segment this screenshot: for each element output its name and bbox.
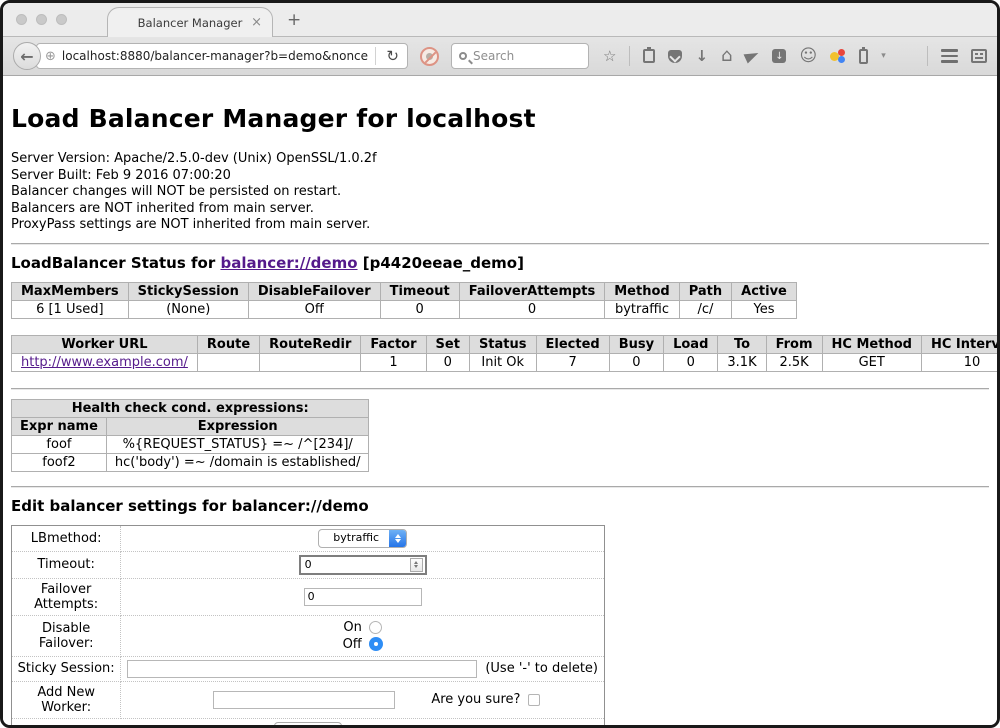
search-placeholder: Search xyxy=(473,49,514,63)
table-header-row: MaxMembers StickySession DisableFailover… xyxy=(12,282,797,300)
table-header-row: Expr name Expression xyxy=(12,417,369,435)
lbmethod-select[interactable]: bytraffic xyxy=(318,529,407,548)
server-built: Server Built: Feb 9 2016 07:00:20 xyxy=(11,168,989,185)
radio-on[interactable] xyxy=(369,621,382,634)
reload-icon[interactable]: ↻ xyxy=(382,47,403,65)
lbmethod-label: LBmethod: xyxy=(12,525,121,551)
sticky-session-input[interactable] xyxy=(127,660,477,678)
timeout-input[interactable]: 0 xyxy=(299,555,427,575)
number-spinner-icon[interactable] xyxy=(410,558,423,572)
divider xyxy=(11,486,989,488)
form-row-failover-attempts: Failover Attempts: xyxy=(12,578,605,615)
divider xyxy=(11,388,989,390)
search-icon xyxy=(459,52,467,60)
form-row-add-worker: Add New Worker: Are you sure? xyxy=(12,681,605,718)
clipboard-icon[interactable] xyxy=(643,49,655,63)
failover-attempts-input[interactable] xyxy=(304,588,422,606)
table-row: 6 [1 Used] (None) Off 0 0 bytraffic /c/ … xyxy=(12,300,797,318)
table-row: http://www.example.com/ 1 0 Init Ok 7 0 … xyxy=(12,353,998,371)
battery-device-icon[interactable] xyxy=(859,49,868,64)
radio-off[interactable] xyxy=(369,637,383,651)
extension-dots-icon[interactable] xyxy=(830,49,846,63)
page-content: Load Balancer Manager for localhost Serv… xyxy=(3,76,997,725)
keyboard-grid-icon[interactable] xyxy=(971,49,987,63)
edit-settings-heading: Edit balancer settings for balancer://de… xyxy=(11,497,989,515)
table-row: foof %{REQUEST_STATUS} =~ /^[234]/ xyxy=(12,435,369,453)
toolbar-separator xyxy=(927,46,928,66)
send-tab-icon[interactable] xyxy=(744,49,761,64)
close-tab-icon[interactable]: × xyxy=(251,16,262,29)
inherit-note: Balancers are NOT inherited from main se… xyxy=(11,201,989,218)
table-row: foof2 hc('body') =~ /domain is establish… xyxy=(12,453,369,471)
add-worker-input[interactable] xyxy=(213,691,395,709)
balancer-link[interactable]: balancer://demo xyxy=(220,254,357,272)
server-info: Server Version: Apache/2.5.0-dev (Unix) … xyxy=(11,151,989,234)
form-row-sticky-session: Sticky Session: (Use '-' to delete) xyxy=(12,656,605,681)
traffic-lights xyxy=(16,14,67,25)
search-bar[interactable]: Search xyxy=(451,43,589,69)
divider xyxy=(11,243,989,245)
form-row-timeout: Timeout: 0 xyxy=(12,551,605,578)
server-version: Server Version: Apache/2.5.0-dev (Unix) … xyxy=(11,151,989,168)
radio-on-label: On xyxy=(343,619,361,636)
persist-note: Balancer changes will NOT be persisted o… xyxy=(11,184,989,201)
reader-download-icon[interactable]: ↓ xyxy=(772,49,786,63)
toolbar-separator xyxy=(629,46,630,66)
new-tab-button[interactable]: + xyxy=(287,10,301,30)
table-title-row: Health check cond. expressions: xyxy=(12,399,369,417)
back-icon: ← xyxy=(20,47,33,66)
worker-url-link[interactable]: http://www.example.com/ xyxy=(21,355,188,370)
minimize-window-icon[interactable] xyxy=(36,14,47,25)
menu-hamburger-icon[interactable] xyxy=(941,49,958,63)
form-row-submit: Submit xyxy=(12,718,605,725)
timeout-label: Timeout: xyxy=(12,551,121,578)
lbmethod-selected-value: bytraffic xyxy=(319,530,389,547)
page-title: Load Balancer Manager for localhost xyxy=(11,104,989,133)
toolbar-icons: ☆ ↓ ⌂ ↓ ☺ ▾ xyxy=(603,46,886,66)
status-heading: LoadBalancer Status for balancer://demo … xyxy=(11,254,989,272)
disable-failover-label: Disable Failover: xyxy=(12,615,121,656)
form-row-lbmethod: LBmethod: bytraffic xyxy=(12,525,605,551)
content-blocked-icon[interactable] xyxy=(420,47,439,66)
submit-button[interactable]: Submit xyxy=(274,722,343,726)
are-you-sure-checkbox[interactable] xyxy=(528,694,540,706)
pocket-icon[interactable] xyxy=(668,50,682,63)
feedback-smiley-icon[interactable]: ☺ xyxy=(799,48,817,65)
close-window-icon[interactable] xyxy=(16,14,27,25)
url-bar[interactable]: ⊕ localhost:8880/balancer-manager?b=demo… xyxy=(36,43,408,69)
radio-off-label: Off xyxy=(343,636,362,653)
tab-balancer-manager[interactable]: Balancer Manager × xyxy=(107,7,273,37)
table-header-row: Worker URL Route RouteRedir Factor Set S… xyxy=(12,335,998,353)
proxypass-note: ProxyPass settings are NOT inherited fro… xyxy=(11,217,989,234)
chevron-down-icon[interactable]: ▾ xyxy=(881,51,886,61)
home-icon[interactable]: ⌂ xyxy=(721,47,732,65)
browser-window: Balancer Manager × + ← ⊕ localhost:8880/… xyxy=(0,0,1000,728)
failover-attempts-label: Failover Attempts: xyxy=(12,578,121,615)
add-worker-label: Add New Worker: xyxy=(12,681,121,718)
form-row-disable-failover: Disable Failover: On Off xyxy=(12,615,605,656)
sticky-session-label: Sticky Session: xyxy=(12,656,121,681)
zoom-window-icon[interactable] xyxy=(56,14,67,25)
back-button[interactable]: ← xyxy=(13,42,41,70)
are-you-sure-label: Are you sure? xyxy=(431,692,520,707)
balancer-status-table: MaxMembers StickySession DisableFailover… xyxy=(11,282,797,319)
sticky-hint: (Use '-' to delete) xyxy=(485,661,598,676)
toolbar-right-group xyxy=(927,46,987,66)
url-text[interactable]: localhost:8880/balancer-manager?b=demo&n… xyxy=(62,49,370,63)
health-check-table: Health check cond. expressions: Expr nam… xyxy=(11,399,369,472)
tab-title: Balancer Manager xyxy=(138,16,243,30)
titlebar: Balancer Manager × + xyxy=(3,3,997,37)
balancer-settings-form: LBmethod: bytraffic Timeout: 0 xyxy=(11,525,605,726)
navigation-toolbar: ← ⊕ localhost:8880/balancer-manager?b=de… xyxy=(3,37,997,76)
select-stepper-icon xyxy=(389,530,406,547)
bookmark-star-icon[interactable]: ☆ xyxy=(603,49,616,64)
globe-icon: ⊕ xyxy=(45,49,56,64)
worker-table: Worker URL Route RouteRedir Factor Set S… xyxy=(11,335,997,372)
downloads-icon[interactable]: ↓ xyxy=(695,49,708,64)
urlbar-divider xyxy=(375,47,376,65)
